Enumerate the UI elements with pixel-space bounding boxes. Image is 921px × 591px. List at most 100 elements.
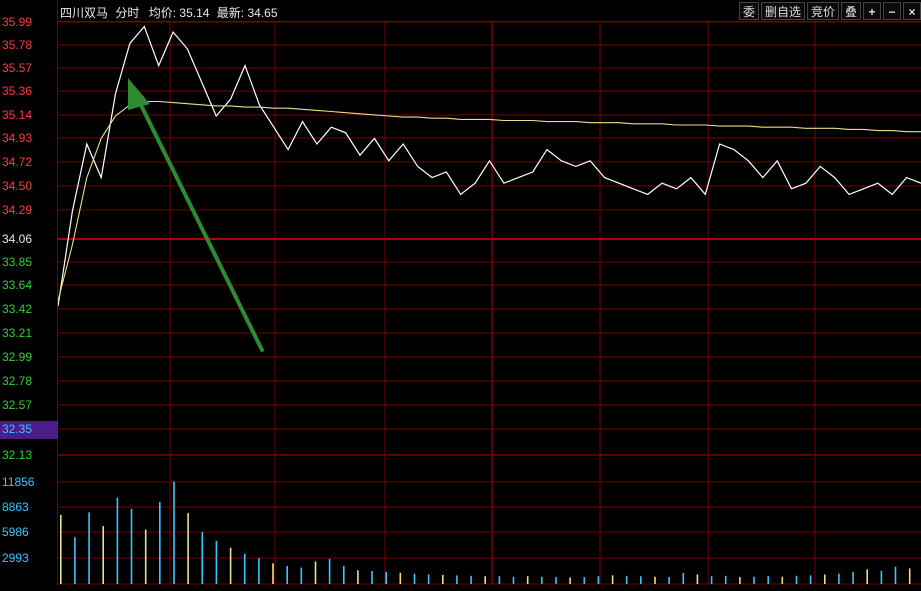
volume-bar: [243, 553, 246, 585]
volume-tick-label: 8863: [2, 500, 29, 514]
volume-bar: [526, 576, 529, 584]
volume-bar: [343, 565, 345, 584]
chart-toolbar: 委 删自选 竞价 叠 + − ×: [738, 2, 921, 20]
volume-bar: [541, 576, 543, 584]
price-tick-label: 34.93: [2, 131, 33, 145]
volume-bar: [442, 574, 444, 584]
volume-bar: [470, 575, 472, 584]
price-tick-label: 32.99: [2, 350, 33, 364]
volume-bar: [625, 575, 628, 584]
price-tick-label: 32.78: [2, 374, 33, 388]
volume-bar: [611, 575, 614, 584]
volume-bar: [852, 571, 854, 584]
volume-bar: [781, 576, 784, 584]
chart-canvas: [57, 21, 921, 585]
chart-header: 四川双马 分时 均价: 35.14 最新: 34.65 委 删自选 竞价 叠 +…: [58, 0, 921, 22]
volume-bar: [880, 571, 883, 584]
volume-bar: [753, 576, 755, 584]
volume-bar: [795, 575, 798, 584]
price-tick-label: 35.14: [2, 108, 33, 122]
volume-bar: [229, 547, 232, 584]
volume-bar: [159, 501, 161, 584]
price-tick-label: 34.72: [2, 155, 33, 169]
price-tick-label: 33.85: [2, 255, 33, 269]
volume-bar: [130, 508, 133, 584]
volume-bar: [258, 558, 260, 584]
price-tick-label: 35.99: [2, 15, 33, 29]
volume-bar: [724, 575, 727, 584]
volume-bar: [682, 572, 685, 584]
remove-watchlist-button[interactable]: 删自选: [760, 2, 805, 20]
close-icon[interactable]: ×: [903, 2, 921, 20]
last-price-value: 34.65: [247, 6, 278, 20]
price-tick-label: 34.29: [2, 203, 33, 217]
grid: [58, 21, 921, 585]
overlay-button[interactable]: 叠: [840, 2, 861, 20]
volume-bar: [201, 532, 204, 584]
volume-bar: [696, 574, 699, 584]
price-tick-label: 33.21: [2, 326, 33, 340]
volume-tick-label: 5986: [2, 525, 29, 539]
volume-bar: [116, 497, 119, 584]
price-tick-label: 32.57: [2, 398, 33, 412]
volume-bar: [739, 577, 741, 584]
volume-bar: [484, 576, 486, 584]
price-tick-label: 33.42: [2, 302, 33, 316]
volume-bar: [583, 577, 586, 584]
entrust-button[interactable]: 委: [738, 2, 759, 20]
volume-bar: [597, 576, 600, 584]
volume-bar: [328, 558, 331, 584]
volume-bar: [357, 570, 359, 584]
avg-price-label: 均价:: [148, 6, 177, 20]
volume-bars: [60, 481, 911, 585]
volume-bar: [512, 576, 515, 584]
auction-button[interactable]: 竞价: [806, 2, 839, 20]
volume-tick-label: 2993: [2, 551, 29, 565]
view-label: 分时: [115, 6, 140, 20]
volume-bar: [314, 561, 317, 584]
volume-bar: [569, 577, 571, 584]
last-price-label: 最新:: [216, 6, 245, 20]
volume-bar: [866, 569, 868, 584]
price-tick-label: 35.36: [2, 84, 33, 98]
volume-bar: [300, 567, 303, 584]
volume-bar: [654, 576, 656, 584]
volume-bar: [399, 572, 402, 584]
volume-bar: [413, 573, 416, 584]
volume-bar: [60, 514, 62, 584]
volume-bar: [894, 566, 897, 584]
volume-bar: [215, 540, 218, 584]
volume-bar: [187, 513, 189, 584]
volume-bar: [908, 568, 911, 584]
volume-bar: [838, 573, 840, 584]
avg-price-value: 35.14: [179, 6, 210, 20]
annotation-arrow-head: [128, 78, 150, 110]
annotation-arrow-shaft: [134, 93, 264, 352]
volume-bar: [767, 576, 769, 584]
price-tick-label: 34.50: [2, 179, 33, 193]
volume-bar: [173, 481, 175, 584]
volume-bar: [809, 575, 812, 584]
volume-bar: [74, 537, 76, 584]
intraday-chart[interactable]: 四川双马 分时 均价: 35.14 最新: 34.65 委 删自选 竞价 叠 +…: [0, 0, 921, 586]
volume-bar: [286, 565, 288, 584]
stock-name[interactable]: 四川双马: [60, 6, 108, 20]
minus-icon[interactable]: −: [883, 2, 901, 20]
volume-bar: [668, 577, 670, 584]
price-tick-label: 35.57: [2, 61, 33, 75]
volume-bar: [456, 575, 458, 584]
volume-tick-label: 32.13: [2, 448, 33, 462]
plus-icon[interactable]: +: [863, 2, 881, 20]
volume-bar: [144, 529, 147, 584]
volume-bar: [640, 576, 642, 584]
volume-bar: [88, 512, 90, 584]
volume-tick-label: 11856: [2, 475, 35, 489]
volume-bar: [710, 576, 713, 584]
volume-bar: [824, 574, 826, 584]
volume-bar: [272, 563, 274, 584]
price-tick-label: 32.35: [2, 422, 33, 436]
price-tick-label: 35.78: [2, 38, 33, 52]
volume-bar: [427, 574, 430, 584]
volume-bar: [371, 571, 373, 584]
price-tick-label: 33.64: [2, 278, 33, 292]
